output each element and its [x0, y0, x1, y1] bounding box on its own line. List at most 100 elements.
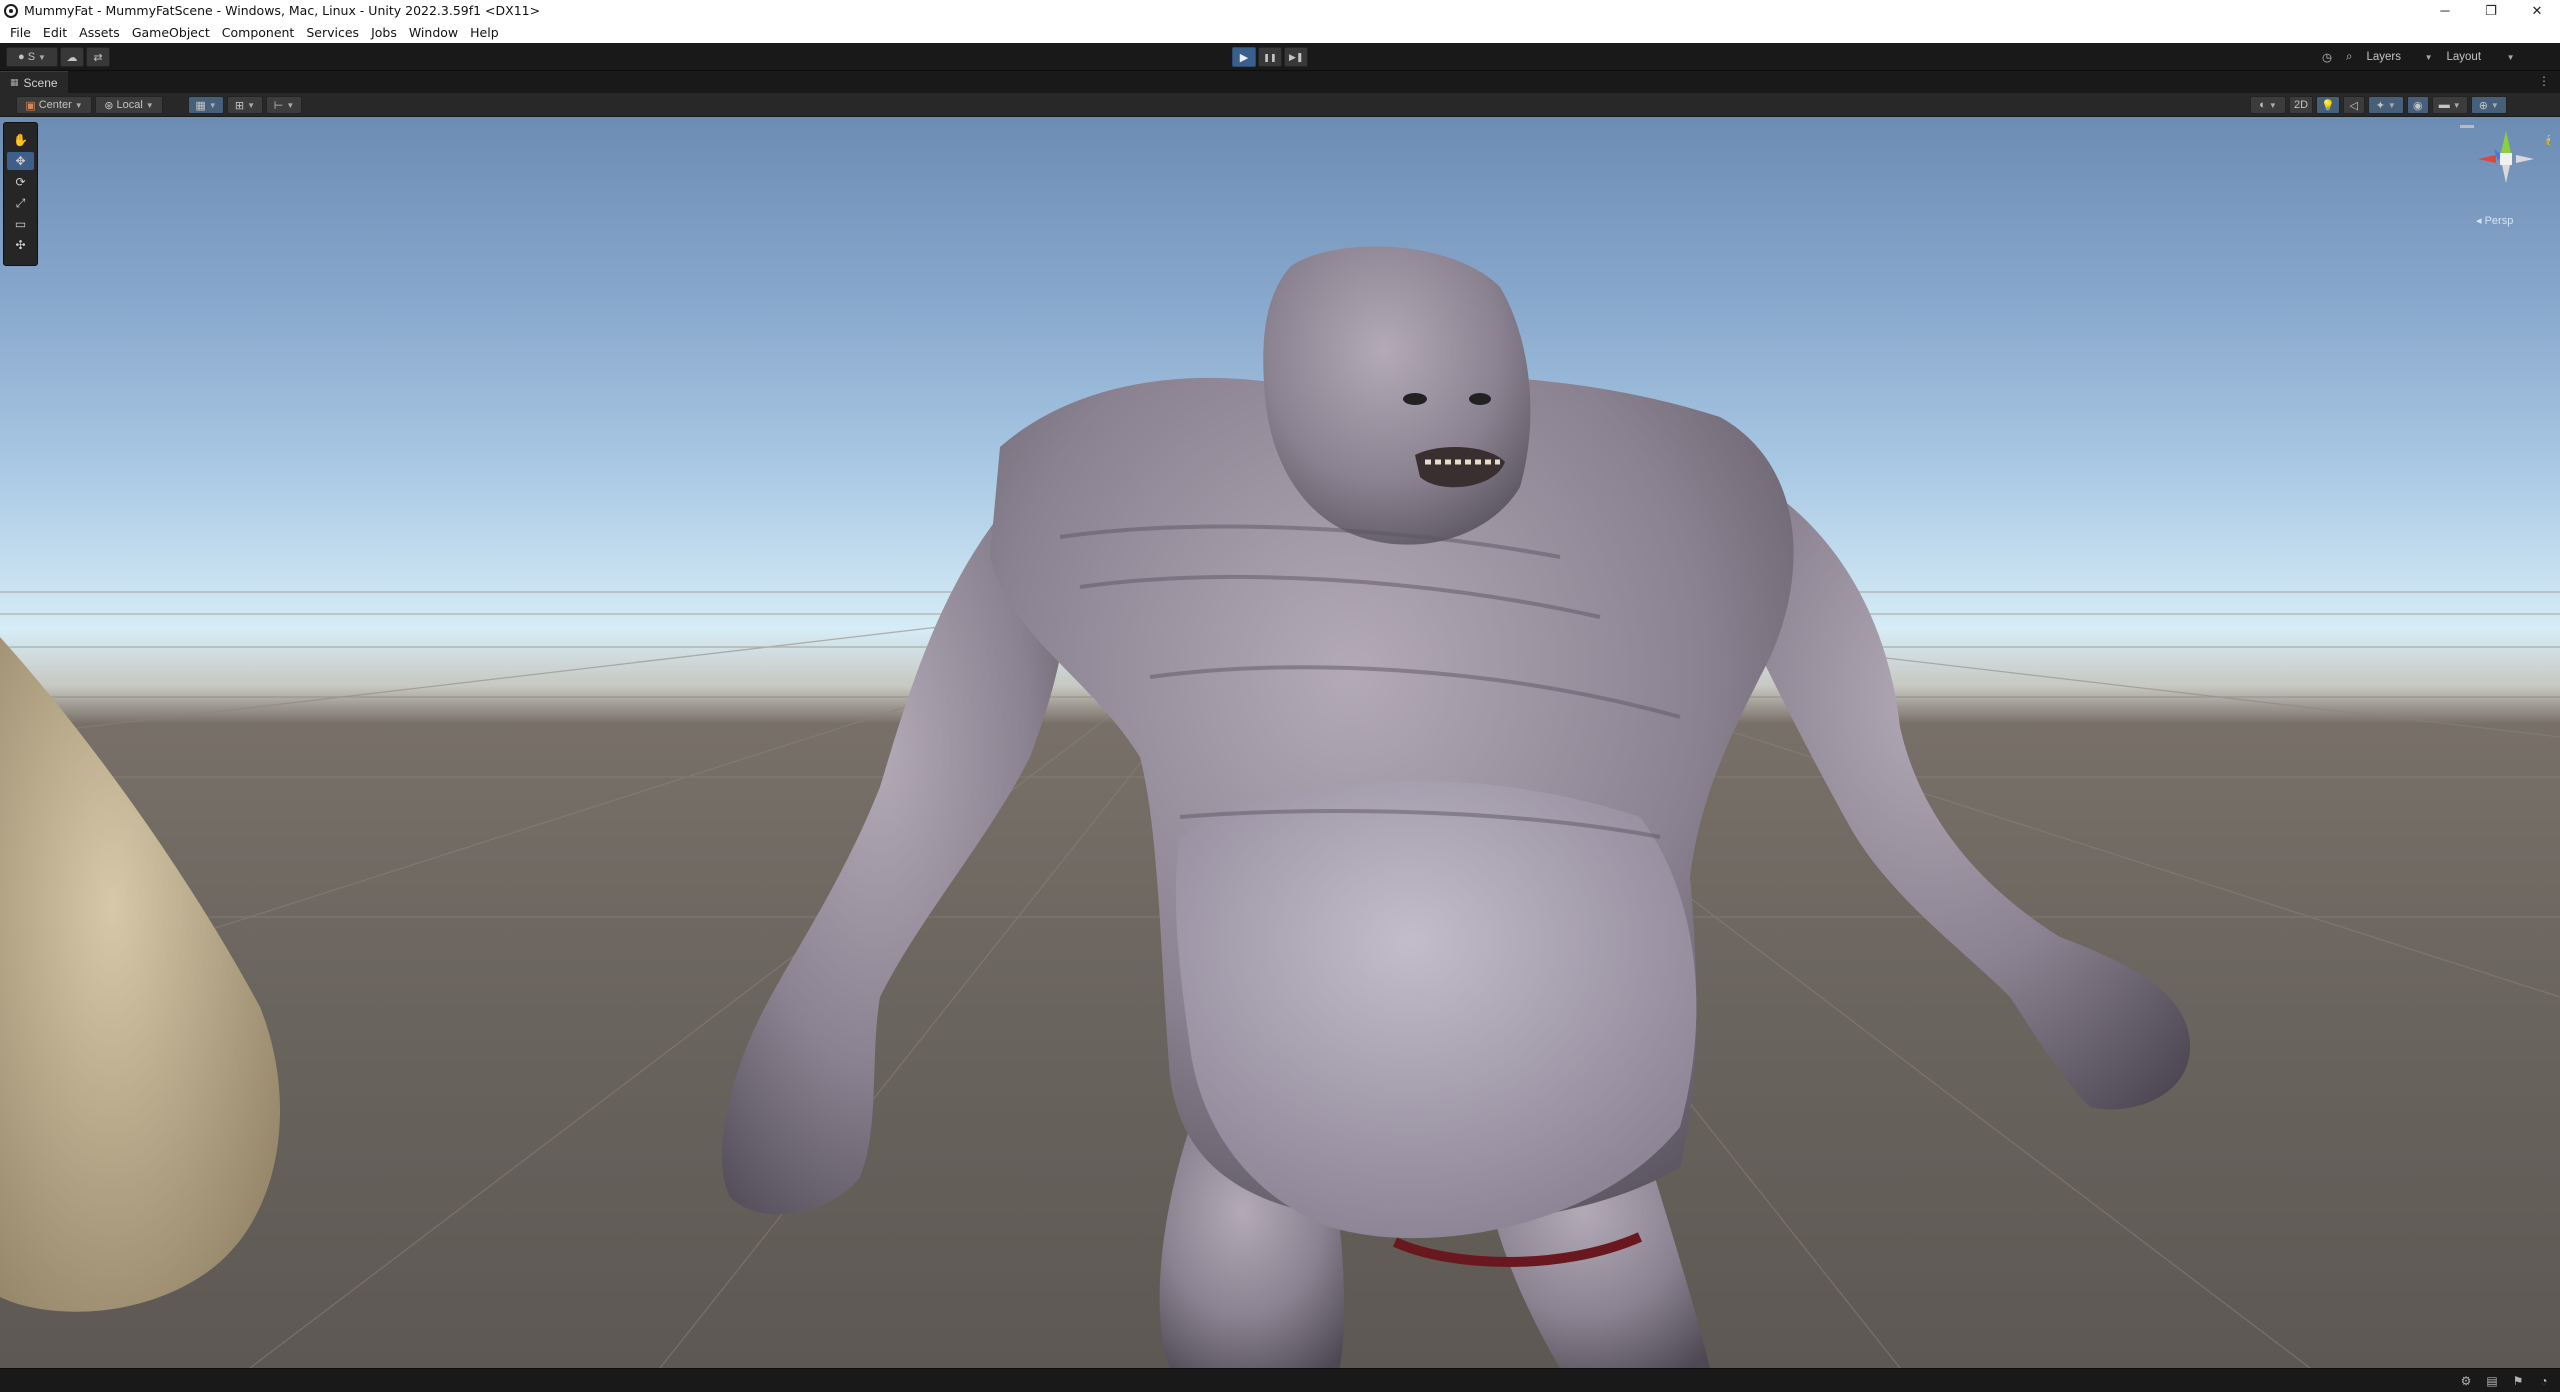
- status-icons: ⚙ ▤ ⚑ ◔: [2458, 1373, 2552, 1389]
- chevron-down-icon: ▼: [38, 52, 46, 62]
- tool-palette: ✋ ✥ ⟳ ⤢ ▭ ✣: [3, 122, 38, 266]
- ruler-icon: ⊢: [273, 99, 284, 112]
- chevron-down-icon: ▼: [2506, 52, 2515, 62]
- scene-grid-icon: ▦: [10, 77, 19, 87]
- layers-label: Layers: [2366, 51, 2402, 63]
- gizmo-y-axis: [2501, 131, 2511, 153]
- close-button[interactable]: ✕: [2514, 0, 2560, 21]
- branch-icon: ⇄: [93, 51, 103, 64]
- gizmos-icon: ⊕: [2478, 99, 2488, 112]
- projection-label[interactable]: ◂ Persp: [2476, 214, 2513, 227]
- mummy-fat-model[interactable]: [0, 117, 2560, 1368]
- gizmo-neg-x-axis: [2516, 155, 2534, 163]
- undo-history-button[interactable]: ◷: [2316, 47, 2338, 67]
- chevron-down-icon: ▼: [2424, 52, 2433, 62]
- window-title: MummyFat - MummyFatScene - Windows, Mac,…: [24, 3, 541, 18]
- history-icon: ◷: [2322, 52, 2333, 64]
- lighting-toggle[interactable]: 💡: [2316, 96, 2340, 114]
- gizmos-dropdown[interactable]: ⊕ ▼: [2470, 96, 2507, 114]
- gizmo-lock-icon: 🔒: [2544, 134, 2550, 146]
- menu-assets[interactable]: Assets: [73, 25, 126, 40]
- layers-dropdown[interactable]: Layers ▼: [2361, 47, 2439, 67]
- draw-mode-dropdown[interactable]: ◐ ▼: [2250, 96, 2286, 114]
- transform-icon: ✣: [15, 238, 26, 252]
- gizmo-menu-icon: [2460, 125, 2474, 128]
- camera-icon: ▬: [2438, 99, 2450, 111]
- effects-dropdown[interactable]: ✦ ▼: [2367, 96, 2404, 114]
- menu-gameobject[interactable]: GameObject: [126, 25, 216, 40]
- menu-component[interactable]: Component: [216, 25, 301, 40]
- transform-tool-button[interactable]: ✣: [7, 236, 34, 254]
- shading-mode-icon: ◐: [2259, 99, 2266, 111]
- chevron-down-icon: ▼: [2452, 100, 2461, 110]
- play-button[interactable]: ▶: [1232, 47, 1256, 67]
- scale-tool-button[interactable]: ⤢: [7, 194, 34, 212]
- chevron-down-icon: ▼: [2387, 100, 2396, 110]
- window-controls: ─ ❐ ✕: [2422, 0, 2560, 21]
- tab-menu-icon[interactable]: ⋮: [2538, 74, 2550, 88]
- menu-jobs[interactable]: Jobs: [365, 25, 403, 40]
- menu-file[interactable]: File: [4, 25, 37, 40]
- pivot-icon: ▣: [25, 99, 36, 112]
- account-dropdown[interactable]: ● S ▼: [6, 47, 58, 67]
- effects-icon: ✦: [2375, 99, 2385, 112]
- audio-toggle[interactable]: ◁: [2342, 96, 2365, 114]
- snap-icon: ⊞: [234, 99, 245, 112]
- move-tool-button[interactable]: ✥: [7, 152, 34, 170]
- foreground-fist: [0, 637, 280, 1312]
- chevron-down-icon: ▼: [208, 100, 217, 110]
- scene-visibility-toggle[interactable]: ◉: [2406, 96, 2429, 114]
- menu-help[interactable]: Help: [464, 25, 505, 40]
- gizmo-center-cube: [2500, 153, 2512, 165]
- belly: [1175, 780, 1697, 1239]
- version-control-button[interactable]: ⇄: [86, 47, 110, 67]
- grid-icon: ▦: [195, 99, 206, 112]
- snap-increment-button[interactable]: ⊞ ▼: [227, 96, 263, 114]
- pivot-rotation-dropdown[interactable]: ⊛ Local ▼: [95, 96, 163, 114]
- gizmo-neg-y-axis: [2502, 165, 2510, 183]
- camera-settings-dropdown[interactable]: ▬ ▼: [2431, 96, 2468, 114]
- window-title-bar: MummyFat - MummyFatScene - Windows, Mac,…: [0, 0, 2560, 21]
- rotate-tool-button[interactable]: ⟳: [7, 173, 34, 191]
- status-bar: ⚙ ▤ ⚑ ◔: [0, 1368, 2560, 1392]
- grid-toggle-button[interactable]: ▦ ▼: [188, 96, 224, 114]
- scale-icon: ⤢: [15, 195, 26, 210]
- local-space-icon: ⊛: [104, 99, 114, 112]
- chevron-down-icon: ▼: [286, 100, 295, 110]
- debug-icon[interactable]: ⚙: [2458, 1373, 2474, 1389]
- account-icon: ●: [18, 51, 25, 63]
- space-label: Local: [116, 99, 143, 111]
- rect-tool-button[interactable]: ▭: [7, 215, 34, 233]
- cloud-button[interactable]: ☁: [60, 47, 84, 67]
- chevron-down-icon: ▼: [247, 100, 256, 110]
- cache-server-icon[interactable]: ▤: [2484, 1373, 2500, 1389]
- cloud-icon: ☁: [66, 51, 78, 64]
- menu-edit[interactable]: Edit: [37, 25, 73, 40]
- scene-viewport[interactable]: ✋ ✥ ⟳ ⤢ ▭ ✣ 🔒 ◂ Persp: [0, 117, 2560, 1368]
- progress-icon[interactable]: ◔: [2536, 1373, 2552, 1389]
- 2d-mode-toggle[interactable]: 2D: [2289, 96, 2314, 114]
- pivot-label: Center: [38, 99, 72, 111]
- maximize-button[interactable]: ❐: [2468, 0, 2514, 21]
- move-icon: ✥: [15, 154, 26, 168]
- step-button[interactable]: ▶❚: [1284, 47, 1309, 67]
- chevron-down-icon: ▼: [74, 100, 83, 110]
- scene-view-toolbar: ▣ Center ▼ ⊛ Local ▼ ▦ ▼ ⊞ ▼ ⊢ ▼ ◐ ▼ 2D …: [0, 93, 2560, 117]
- pause-button[interactable]: ❚❚: [1258, 47, 1282, 67]
- speaker-icon: ◁: [2349, 99, 2358, 112]
- chevron-down-icon: ▼: [2490, 100, 2499, 110]
- minimize-button[interactable]: ─: [2422, 0, 2468, 21]
- network-icon[interactable]: ⚑: [2510, 1373, 2526, 1389]
- view-tool-button[interactable]: ✋: [7, 131, 34, 149]
- menu-services[interactable]: Services: [300, 25, 365, 40]
- search-button[interactable]: ⌕: [2340, 47, 2358, 67]
- tab-scene[interactable]: ▦ Scene: [0, 71, 68, 93]
- pivot-mode-dropdown[interactable]: ▣ Center ▼: [16, 96, 92, 114]
- rect-icon: ▭: [14, 217, 27, 231]
- hand-icon: ✋: [13, 133, 28, 147]
- layout-dropdown[interactable]: Layout ▼: [2441, 47, 2521, 67]
- snap-settings-button[interactable]: ⊢ ▼: [266, 96, 302, 114]
- menu-window[interactable]: Window: [403, 25, 464, 40]
- rotate-icon: ⟳: [15, 175, 26, 189]
- main-toolbar: ● S ▼ ☁ ⇄ ▶ ❚❚ ▶❚ ◷ ⌕ Layers ▼ Layout ▼: [0, 43, 2560, 71]
